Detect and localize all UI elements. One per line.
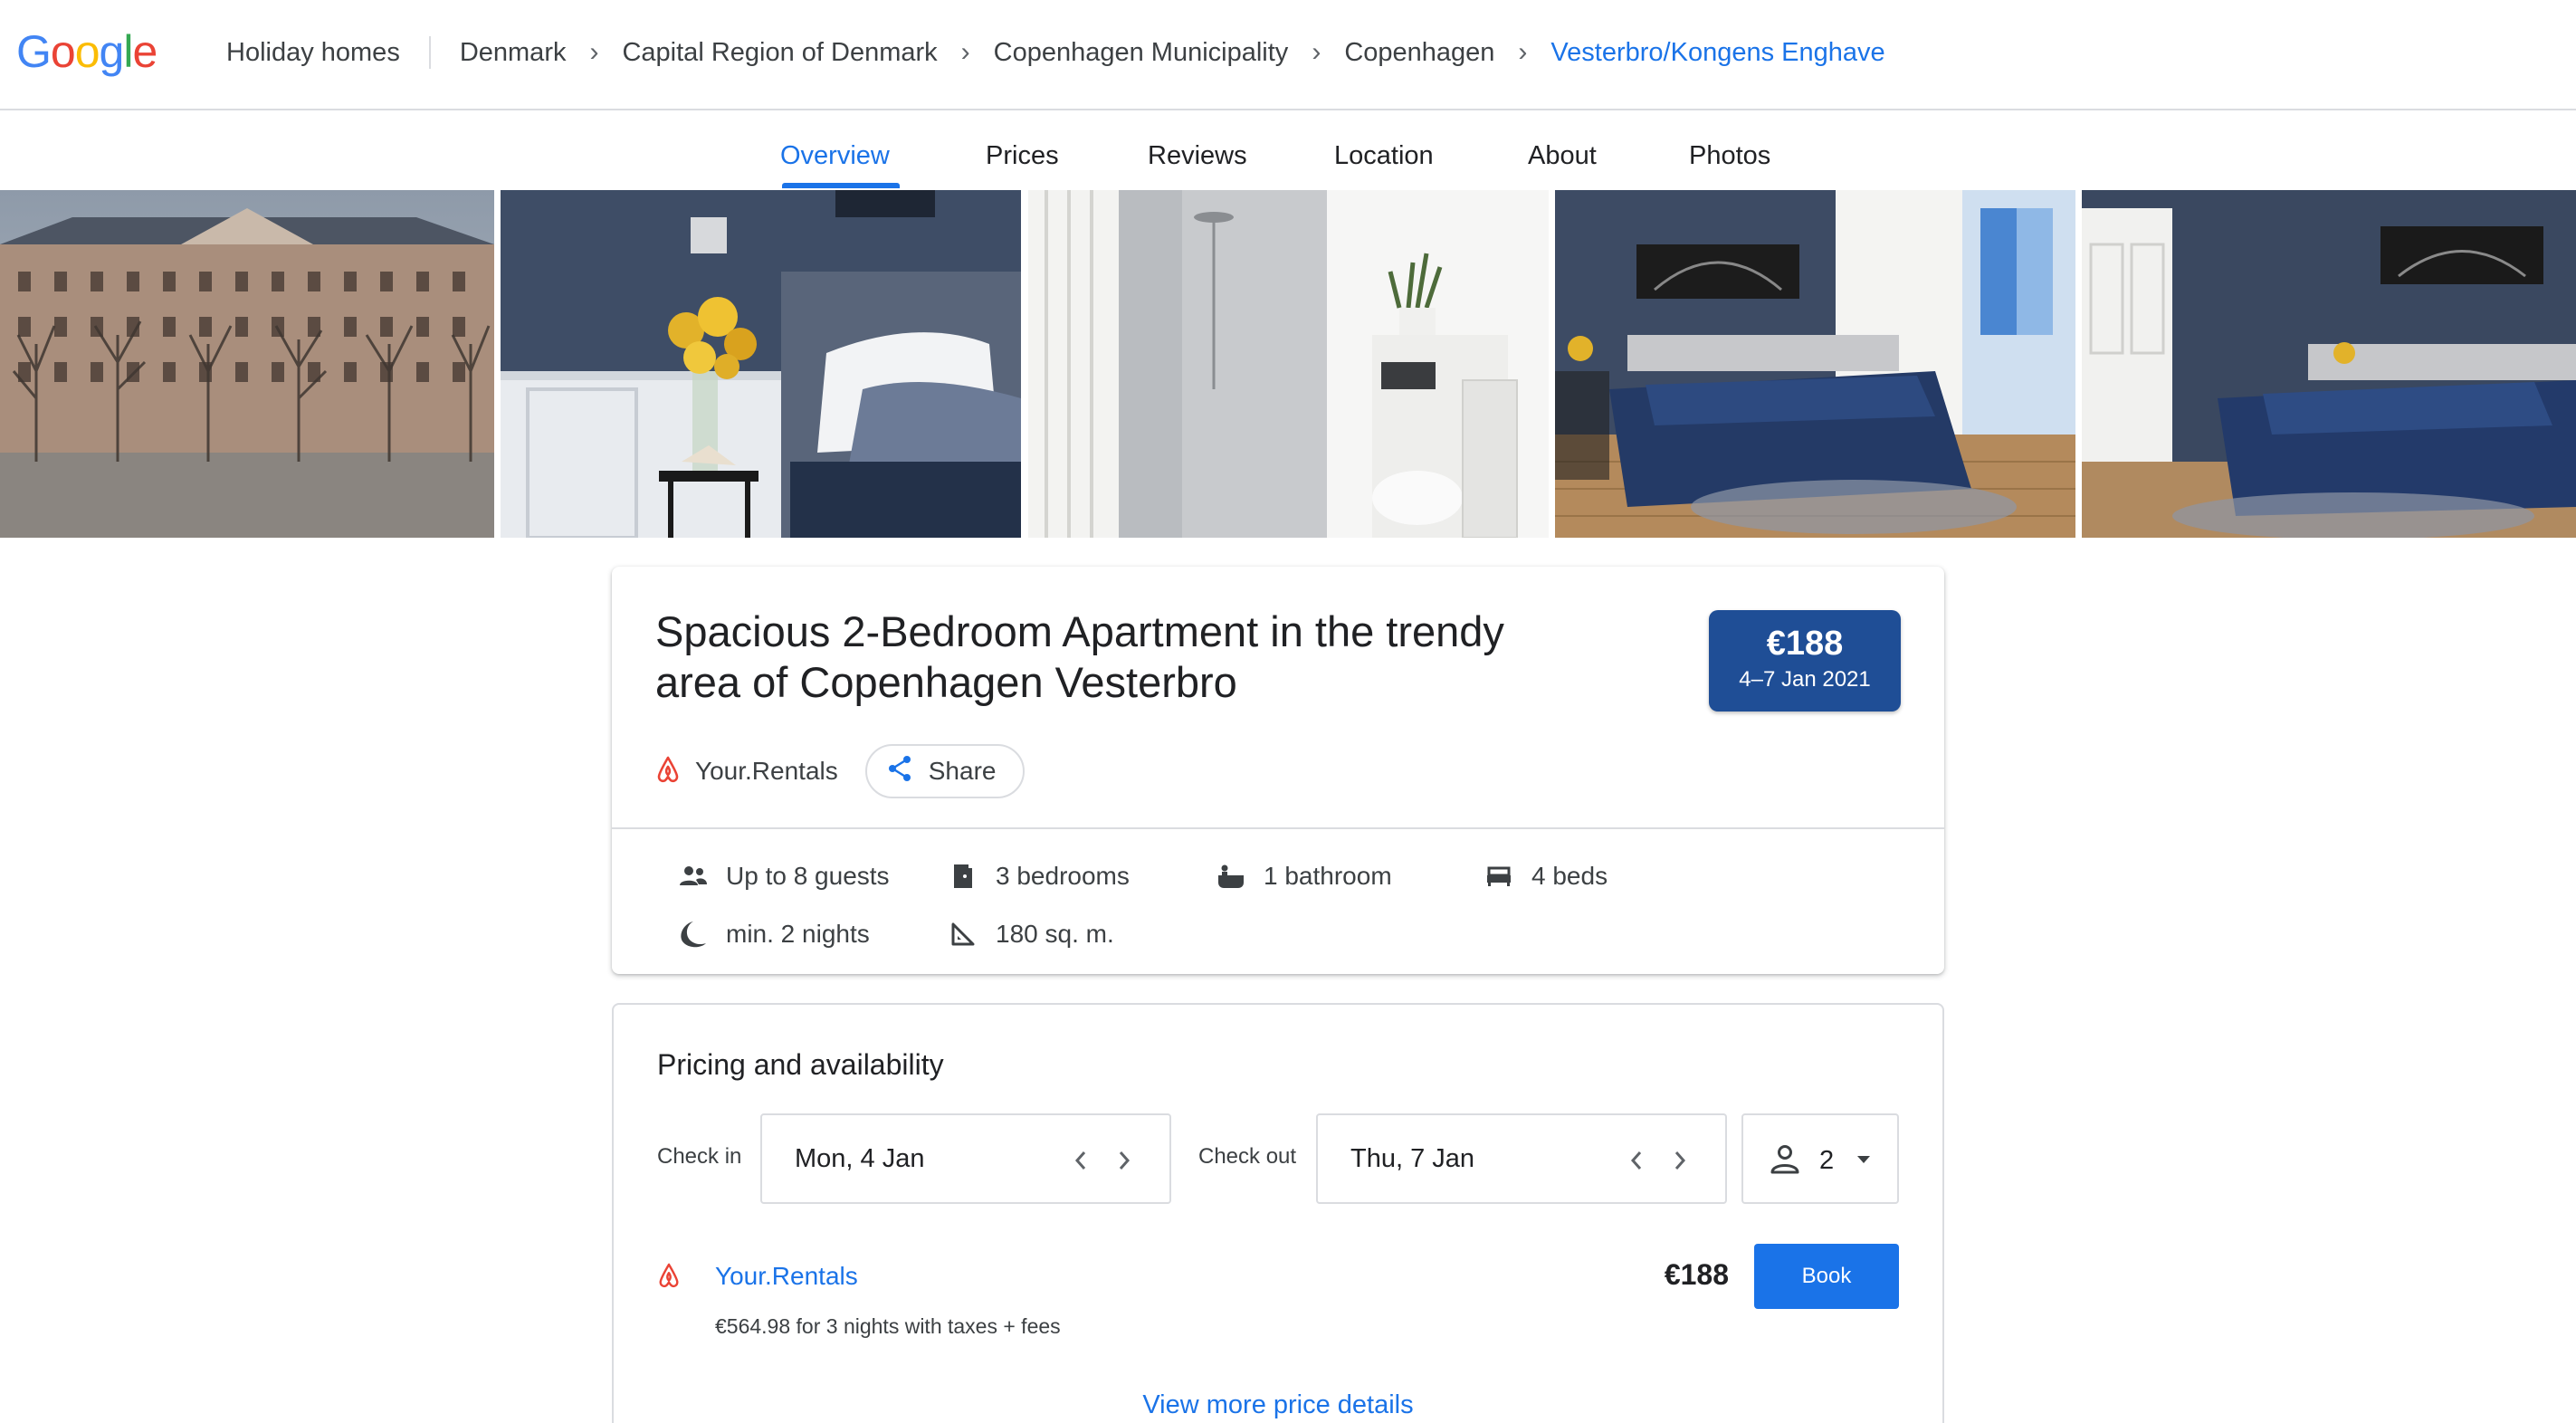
share-button[interactable]: Share <box>864 744 1026 798</box>
tab-photos[interactable]: Photos <box>1689 141 1770 171</box>
view-more-price-details-link[interactable]: View more price details <box>614 1390 1942 1420</box>
logo-letter: g <box>99 26 125 77</box>
checkin-field[interactable]: Mon, 4 Jan <box>760 1113 1171 1204</box>
share-label: Share <box>928 757 997 785</box>
breadcrumb-holiday-homes[interactable]: Holiday homes <box>226 38 429 68</box>
amenity-bathroom: 1 bathroom <box>1215 860 1392 893</box>
photo-strip <box>0 190 2576 538</box>
book-button[interactable]: Book <box>1754 1244 1899 1309</box>
bed-icon <box>1483 860 1515 893</box>
chevron-right-icon: › <box>960 37 970 67</box>
chevron-left-icon[interactable] <box>1063 1142 1099 1179</box>
chevron-right-icon: › <box>1518 37 1528 67</box>
pricing-card: Pricing and availability Check in Mon, 4… <box>612 1003 1944 1423</box>
checkout-label: Check out <box>1198 1144 1297 1169</box>
offer-price: €188 <box>1664 1258 1729 1291</box>
moon-icon <box>677 918 710 950</box>
logo-letter: l <box>123 26 133 77</box>
door-icon <box>947 860 979 893</box>
badge-price: €188 <box>1766 625 1844 663</box>
amenity-beds-label: 4 beds <box>1531 862 1608 890</box>
price-badge[interactable]: €188 4–7 Jan 2021 <box>1709 610 1901 712</box>
airbnb-logo-icon <box>657 1262 681 1294</box>
checkout-field[interactable]: Thu, 7 Jan <box>1316 1113 1727 1204</box>
chevron-left-icon[interactable] <box>1618 1142 1655 1179</box>
amenity-area-label: 180 sq. m. <box>996 920 1114 948</box>
top-header: Google Holiday homes Denmark › Capital R… <box>0 0 2576 110</box>
person-icon <box>1769 1142 1801 1179</box>
chevron-right-icon[interactable] <box>1662 1142 1698 1179</box>
checkin-label: Check in <box>657 1144 742 1169</box>
breadcrumb-item-municipality[interactable]: Copenhagen Municipality <box>994 38 1289 68</box>
google-logo[interactable]: Google <box>16 25 157 78</box>
amenity-bathroom-label: 1 bathroom <box>1264 862 1392 890</box>
amenity-guests-label: Up to 8 guests <box>726 862 890 890</box>
guests-value: 2 <box>1819 1146 1835 1175</box>
amenity-min-nights-label: min. 2 nights <box>726 920 870 948</box>
tab-reviews[interactable]: Reviews <box>1148 141 1247 171</box>
pricing-title: Pricing and availability <box>657 1048 944 1081</box>
checkout-value: Thu, 7 Jan <box>1350 1143 1475 1173</box>
logo-letter: G <box>16 26 52 77</box>
offer-provider-link[interactable]: Your.Rentals <box>715 1262 858 1291</box>
active-tab-indicator <box>782 183 900 188</box>
amenity-min-nights: min. 2 nights <box>677 918 870 950</box>
badge-dates: 4–7 Jan 2021 <box>1739 667 1871 692</box>
building-exterior-photo[interactable] <box>0 190 494 538</box>
tab-bar: Overview Prices Reviews Location About P… <box>0 110 2576 192</box>
listing-title: Spacious 2-Bedroom Apartment in the tren… <box>655 607 1504 706</box>
tab-overview[interactable]: Overview <box>780 141 890 171</box>
listing-summary-card: Spacious 2-Bedroom Apartment in the tren… <box>612 567 1944 974</box>
bedside-flowers-photo[interactable] <box>501 190 1021 538</box>
breadcrumb-divider <box>428 36 431 69</box>
chevron-right-icon[interactable] <box>1106 1142 1142 1179</box>
amenity-area: 180 sq. m. <box>947 918 1114 950</box>
bedroom-wide-photo[interactable] <box>1555 190 2075 538</box>
chevron-right-icon: › <box>589 37 599 67</box>
checkin-value: Mon, 4 Jan <box>795 1143 925 1173</box>
amenity-beds: 4 beds <box>1483 860 1608 893</box>
logo-letter: e <box>132 26 157 77</box>
chevron-right-icon: › <box>1312 37 1321 67</box>
logo-letter: o <box>50 26 76 77</box>
provider-row: Your.Rentals Share <box>655 744 1026 798</box>
ruler-icon <box>947 918 979 950</box>
bathtub-icon <box>1215 860 1247 893</box>
people-icon <box>677 860 710 893</box>
amenity-bedrooms: 3 bedrooms <box>947 860 1130 893</box>
breadcrumb: Holiday homes Denmark › Capital Region o… <box>226 36 1885 69</box>
card-divider <box>612 827 1944 829</box>
logo-letter: o <box>74 26 100 77</box>
share-icon <box>885 754 914 789</box>
breadcrumb-item-region[interactable]: Capital Region of Denmark <box>622 38 937 68</box>
tab-location[interactable]: Location <box>1334 141 1434 171</box>
offer-detail: €564.98 for 3 nights with taxes + fees <box>715 1314 1061 1338</box>
amenity-guests: Up to 8 guests <box>677 860 890 893</box>
tab-prices[interactable]: Prices <box>986 141 1059 171</box>
breadcrumb-item-district[interactable]: Vesterbro/Kongens Enghave <box>1550 38 1884 68</box>
breadcrumb-item-city[interactable]: Copenhagen <box>1344 38 1494 68</box>
breadcrumb-item-denmark[interactable]: Denmark <box>460 38 567 68</box>
amenity-bedrooms-label: 3 bedrooms <box>996 862 1130 890</box>
caret-down-icon <box>1856 1153 1872 1170</box>
bedroom-door-photo[interactable] <box>2082 190 2576 538</box>
tab-about[interactable]: About <box>1528 141 1597 171</box>
airbnb-logo-icon <box>655 755 681 788</box>
bathroom-shower-photo[interactable] <box>1028 190 1549 538</box>
guests-dropdown[interactable]: 2 <box>1741 1113 1899 1204</box>
provider-name[interactable]: Your.Rentals <box>695 757 838 786</box>
